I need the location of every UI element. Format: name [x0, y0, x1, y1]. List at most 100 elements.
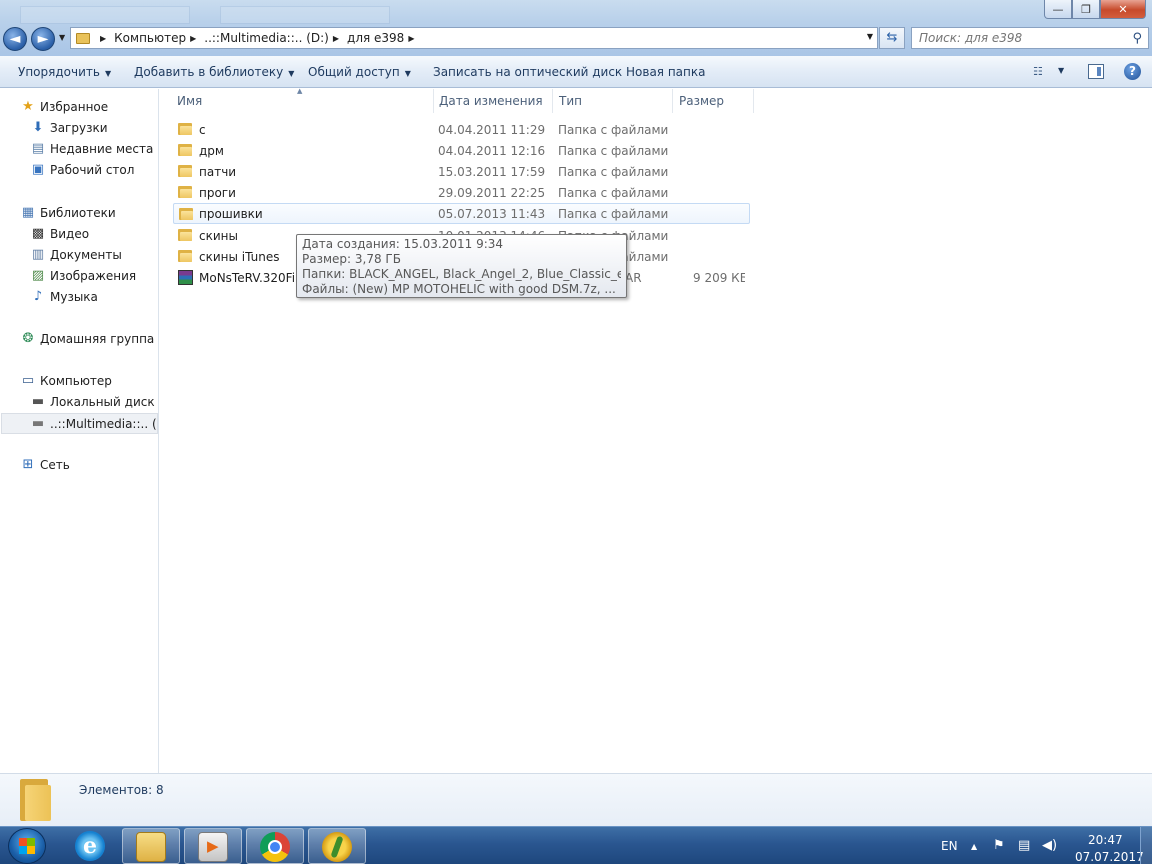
preview-pane-button[interactable] — [1088, 64, 1104, 79]
search-input[interactable] — [912, 28, 1122, 48]
nav-video-label: Видео — [50, 227, 90, 241]
burn-button[interactable]: Записать на оптический диск — [433, 65, 622, 79]
documents-icon: ▥ — [31, 247, 45, 262]
nav-video[interactable]: ▩ Видео — [30, 225, 89, 243]
chevron-down-icon[interactable]: ▼ — [1058, 66, 1064, 75]
breadcrumb-drive[interactable]: ..::Multimedia::.. (D:) — [204, 31, 329, 45]
clock-date[interactable]: 07.07.2017 — [1075, 850, 1144, 864]
nav-downloads[interactable]: ⬇ Загрузки — [30, 119, 108, 137]
share-label: Общий доступ — [308, 65, 400, 79]
file-type: AR — [625, 271, 642, 285]
show-hidden-icons-icon[interactable]: ▲ — [971, 842, 977, 851]
chevron-right-icon[interactable]: ▶ — [333, 34, 339, 43]
show-desktop-button[interactable] — [1140, 827, 1152, 864]
breadcrumb-folder[interactable]: для e398 — [347, 31, 404, 45]
file-date: 15.03.2011 17:59 — [438, 165, 546, 179]
action-center-flag-icon[interactable]: ⚑ — [993, 838, 1005, 853]
file-size: 9 209 КБ — [693, 271, 745, 285]
folder-icon — [20, 779, 54, 821]
column-name[interactable]: Имя — [171, 89, 434, 113]
nav-multimedia-drive[interactable]: ▬ ..::Multimedia::.. (D:) — [1, 413, 158, 434]
media-player-icon — [198, 832, 228, 862]
chevron-right-icon[interactable]: ▶ — [408, 34, 414, 43]
taskbar-fl-studio[interactable] — [308, 828, 366, 864]
folder-icon — [178, 123, 192, 135]
file-row[interactable]: дрм 04.04.2011 12:16 Папка с файлами — [173, 140, 750, 161]
taskbar-media-player[interactable] — [184, 828, 242, 864]
chevron-down-icon[interactable]: ▼ — [867, 32, 873, 41]
chevron-right-icon[interactable]: ▶ — [100, 34, 106, 43]
taskbar-internet-explorer[interactable]: e — [62, 828, 120, 864]
help-icon[interactable]: ? — [1124, 63, 1141, 80]
file-type: Папка с файлами — [558, 123, 669, 137]
folder-icon — [179, 208, 193, 220]
winrar-archive-icon — [178, 270, 193, 285]
folder-icon — [178, 229, 192, 241]
nav-documents[interactable]: ▥ Документы — [30, 246, 122, 264]
tooltip-created: Дата создания: 15.03.2011 9:34 — [302, 237, 504, 251]
search-box[interactable]: ⚲ — [911, 27, 1149, 49]
search-icon[interactable]: ⚲ — [1132, 31, 1142, 46]
images-icon: ▨ — [31, 268, 45, 283]
nav-local-disk[interactable]: ▬ Локальный диск (C — [30, 393, 158, 411]
back-button[interactable]: ◄ — [3, 27, 27, 51]
history-dropdown-icon[interactable]: ▼ — [59, 33, 65, 42]
nav-libraries[interactable]: ▦ Библиотеки — [20, 204, 116, 222]
add-to-library-button[interactable]: Добавить в библиотеку ▼ — [134, 65, 294, 79]
taskbar-explorer[interactable] — [122, 828, 180, 864]
taskbar-chrome[interactable] — [246, 828, 304, 864]
file-row[interactable]: патчи 15.03.2011 17:59 Папка с файлами — [173, 161, 750, 182]
windows-logo-icon — [19, 838, 35, 854]
breadcrumb-computer[interactable]: Компьютер — [114, 31, 186, 45]
start-button[interactable] — [8, 828, 46, 864]
column-size[interactable]: Размер — [673, 89, 754, 113]
minimize-button[interactable]: — — [1044, 0, 1072, 19]
chevron-right-icon[interactable]: ▶ — [190, 34, 196, 43]
drive-icon: ▬ — [31, 394, 45, 409]
share-button[interactable]: Общий доступ ▼ — [308, 65, 411, 79]
close-button[interactable]: ✕ — [1100, 0, 1146, 19]
nav-music[interactable]: ♪ Музыка — [30, 288, 98, 306]
file-row[interactable]: проги 29.09.2011 22:25 Папка с файлами — [173, 182, 750, 203]
language-indicator[interactable]: EN — [941, 839, 958, 853]
network-icon: ⊞ — [22, 457, 34, 472]
column-date[interactable]: Дата изменения — [433, 89, 553, 113]
window-title-bar: — ❐ ✕ ◄ ► ▼ ▶ Компьютер ▶ ..::Multimedia… — [0, 0, 1152, 56]
network-status-icon[interactable]: ▤ — [1018, 838, 1030, 853]
nav-recent-label: Недавние места — [50, 142, 154, 156]
folder-icon — [178, 165, 192, 177]
nav-images[interactable]: ▨ Изображения — [30, 267, 136, 285]
chevron-down-icon: ▼ — [288, 69, 295, 78]
view-options-icon[interactable]: ☷ — [1033, 65, 1049, 78]
file-row-hovered[interactable]: прошивки 05.07.2013 11:43 Папка с файлам… — [173, 203, 750, 224]
add-to-library-label: Добавить в библиотеку — [134, 65, 284, 79]
refresh-button[interactable]: ⇆ — [879, 27, 905, 49]
nav-desktop[interactable]: ▣ Рабочий стол — [30, 161, 135, 179]
forward-button[interactable]: ► — [31, 27, 55, 51]
file-list: с 04.04.2011 11:29 Папка с файлами дрм 0… — [160, 113, 1152, 773]
file-date: 04.04.2011 12:16 — [438, 144, 546, 158]
nav-homegroup[interactable]: ❂ Домашняя группа — [20, 330, 155, 348]
nav-computer[interactable]: ▭ Компьютер — [20, 372, 112, 390]
file-type: Папка с файлами — [558, 144, 669, 158]
file-type: Папка с файлами — [558, 186, 669, 200]
file-date: 29.09.2011 22:25 — [438, 186, 546, 200]
nav-network[interactable]: ⊞ Сеть — [20, 456, 70, 474]
nav-documents-label: Документы — [50, 248, 122, 262]
organize-button[interactable]: Упорядочить ▼ — [18, 65, 111, 79]
nav-favorites[interactable]: ★ Избранное — [20, 98, 108, 116]
maximize-button[interactable]: ❐ — [1072, 0, 1100, 19]
organize-label: Упорядочить — [18, 65, 100, 79]
volume-icon[interactable]: ◀) — [1042, 838, 1057, 853]
nav-recent[interactable]: ▤ Недавние места — [30, 140, 154, 158]
column-type[interactable]: Тип — [553, 89, 673, 113]
new-folder-button[interactable]: Новая папка — [626, 65, 705, 79]
file-row[interactable]: с 04.04.2011 11:29 Папка с файлами — [173, 119, 750, 140]
file-name: скины — [199, 229, 238, 243]
taskbar: e EN ▲ ⚑ ▤ ◀) 20:47 07.07.2017 — [0, 826, 1152, 864]
address-bar[interactable]: ▶ Компьютер ▶ ..::Multimedia::.. (D:) ▶ … — [70, 27, 878, 49]
clock-time[interactable]: 20:47 — [1088, 833, 1123, 847]
downloads-icon: ⬇ — [32, 120, 44, 135]
star-icon: ★ — [22, 99, 34, 114]
recent-places-icon: ▤ — [31, 141, 45, 156]
